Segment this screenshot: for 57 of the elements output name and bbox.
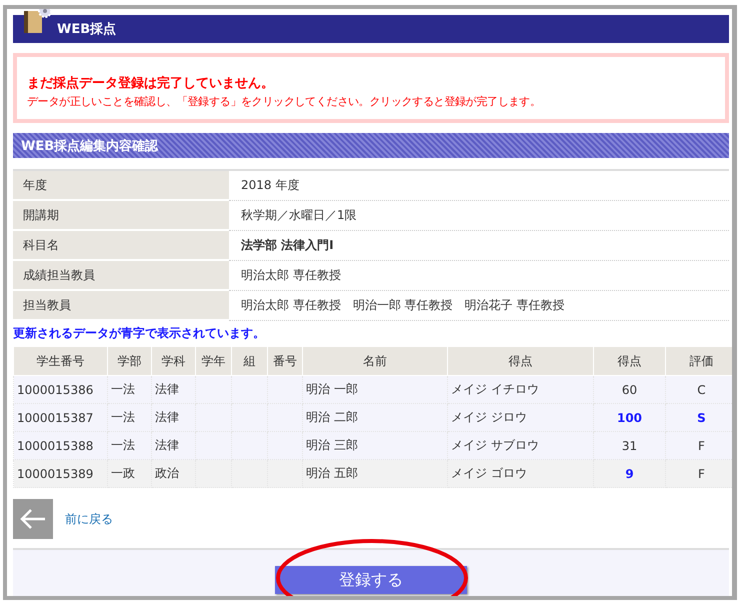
table-cell: 9 [594, 460, 666, 488]
table-cell: 60 [594, 376, 666, 404]
page-title: WEB採点 [57, 21, 116, 38]
back-link[interactable]: 前に戻る [65, 510, 113, 528]
info-label: 成績担当教員 [13, 260, 229, 290]
column-header: 得点 [448, 346, 594, 376]
table-cell: 一政 [108, 460, 152, 488]
column-header: 学科 [152, 346, 196, 376]
column-header: 学生番号 [14, 346, 108, 376]
table-cell: F [666, 460, 732, 488]
table-cell: 一法 [108, 404, 152, 432]
table-cell: 一法 [108, 376, 152, 404]
info-label: 年度 [13, 170, 229, 200]
info-value: 2018 年度 [229, 170, 729, 200]
column-header: 番号 [268, 346, 302, 376]
section-title: WEB採点編集内容確認 [21, 138, 158, 154]
info-value: 法学部 法律入門Ⅰ [229, 230, 729, 260]
table-cell: メイジ イチロウ [448, 376, 594, 404]
info-value: 明治太郎 専任教授 明治一郎 専任教授 明治花子 専任教授 [229, 290, 729, 320]
table-cell: 法律 [152, 432, 196, 460]
notice-heading: まだ採点データ登録は完了していません。 [27, 74, 275, 92]
column-header: 評価 [666, 346, 732, 376]
table-cell: 1000015386 [14, 376, 108, 404]
column-header: 学部 [108, 346, 152, 376]
table-cell: 明治 五郎 [302, 460, 448, 488]
update-note: 更新されるデータが青字で表示されています。 [13, 325, 266, 342]
info-label: 科目名 [13, 230, 229, 260]
left-arrow-icon [18, 507, 48, 531]
column-header: 名前 [302, 346, 448, 376]
table-cell: 1000015389 [14, 460, 108, 488]
table-cell: 法律 [152, 404, 196, 432]
table-cell: F [666, 432, 732, 460]
table-cell: 一法 [108, 432, 152, 460]
table-cell: 明治 一郎 [302, 376, 448, 404]
table-cell: 100 [594, 404, 666, 432]
table-cell: S [666, 404, 732, 432]
table-cell: 31 [594, 432, 666, 460]
table-cell: メイジ サブロウ [448, 432, 594, 460]
back-button[interactable] [13, 499, 53, 539]
info-value: 秋学期／水曜日／1限 [229, 200, 729, 230]
table-cell: メイジ ゴロウ [448, 460, 594, 488]
info-label: 担当教員 [13, 290, 229, 320]
info-value: 明治太郎 専任教授 [229, 260, 729, 290]
column-header: 得点 [594, 346, 666, 376]
submit-button[interactable]: 登録する [275, 566, 467, 594]
table-cell: 法律 [152, 376, 196, 404]
table-cell: 明治 二郎 [302, 404, 448, 432]
info-label: 開講期 [13, 200, 229, 230]
table-cell: 1000015388 [14, 432, 108, 460]
table-cell: メイジ ジロウ [448, 404, 594, 432]
table-cell: C [666, 376, 732, 404]
column-header: 学年 [196, 346, 232, 376]
table-cell: 1000015387 [14, 404, 108, 432]
column-header: 組 [232, 346, 268, 376]
table-cell: 政治 [152, 460, 196, 488]
notice-text: データが正しいことを確認し、「登録する」をクリックしてください。クリックすると登録が完了します。 [27, 94, 542, 109]
table-cell: 明治 三郎 [302, 432, 448, 460]
